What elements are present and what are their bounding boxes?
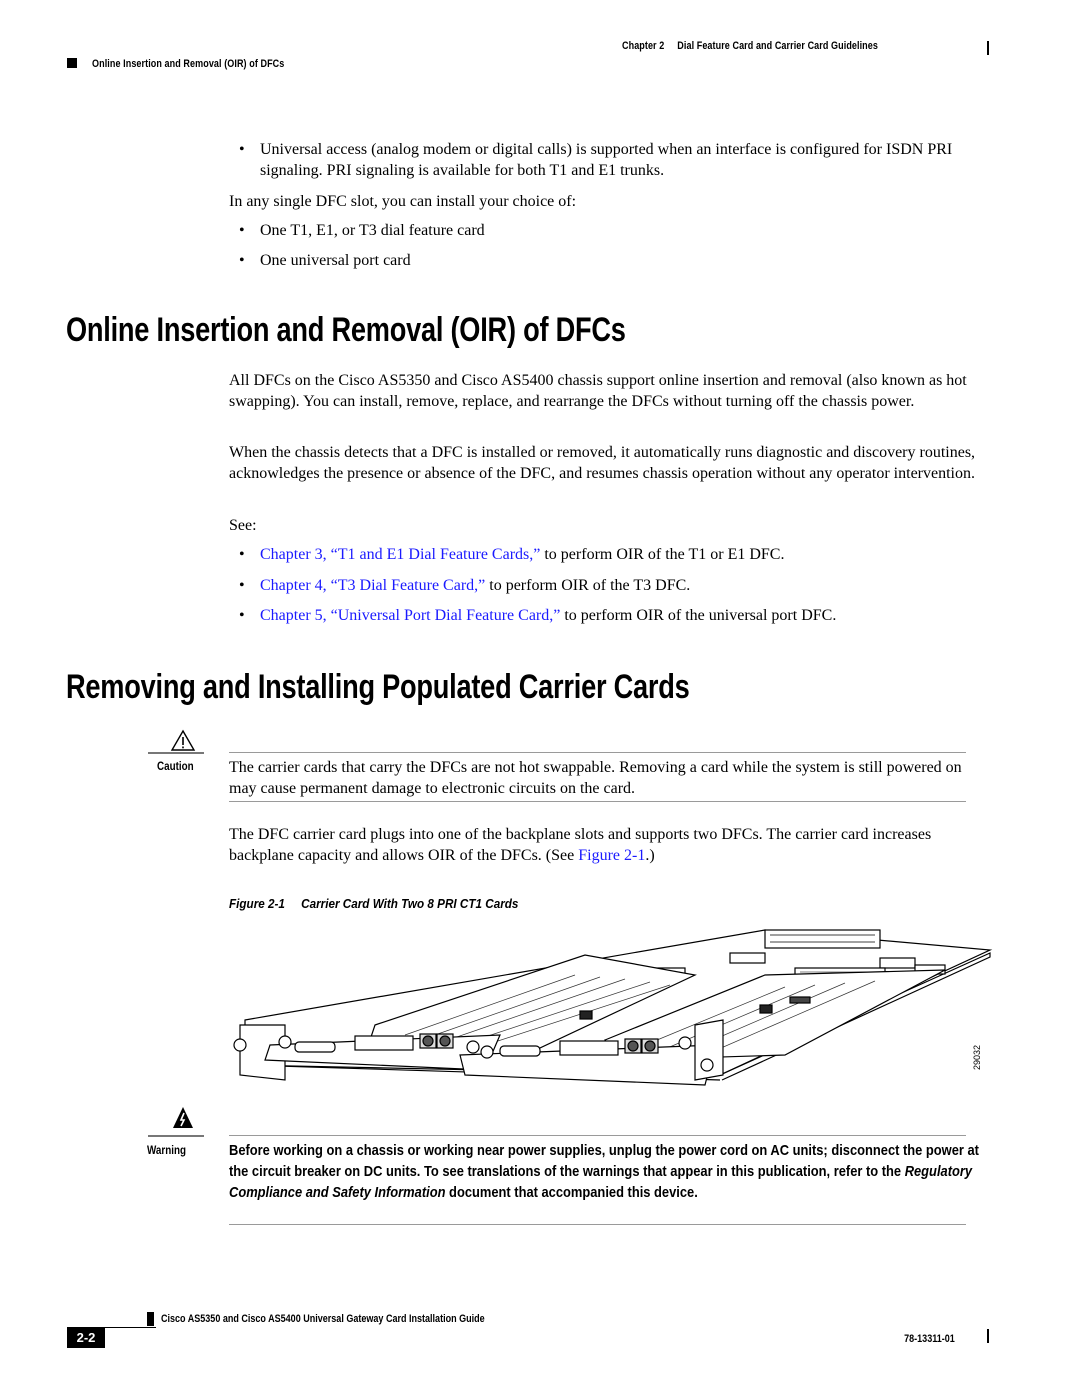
choice-item: One T1, E1, or T3 dial feature card [239,220,1010,241]
figure-number: Figure 2-1 [229,896,285,911]
link-chapter-4[interactable]: Chapter 4, “T3 Dial Feature Card,” [260,577,485,594]
page-number: 2-2 [67,1328,105,1348]
carrier-card-illustration [225,915,995,1100]
heading-oir: Online Insertion and Removal (OIR) of DF… [66,311,626,349]
warning-icon-rule [148,1135,204,1137]
see-item-text: to perform OIR of the universal port DFC… [560,607,837,624]
footer-rule [67,1327,156,1328]
doc-number: 78-13311-01 [904,1333,955,1345]
figure-title: Carrier Card With Two 8 PRI CT1 Cards [301,896,519,911]
warning-top-rule [229,1135,966,1136]
oir-paragraph-1: All DFCs on the Cisco AS5350 and Cisco A… [229,372,967,410]
footer-bar [987,1329,989,1343]
heading-carrier-cards: Removing and Installing Populated Carrie… [66,668,690,706]
choice-item: One universal port card [239,250,1010,271]
caution-text: The carrier cards that carry the DFCs ar… [229,759,962,797]
link-chapter-3[interactable]: Chapter 3, “T1 and E1 Dial Feature Cards… [260,546,540,563]
figure-id: 29032 [972,1044,982,1070]
figure-caption: Figure 2-1 Carrier Card With Two 8 PRI C… [229,896,518,911]
caution-bottom-rule [229,801,966,802]
carrier-paragraph: The DFC carrier card plugs into one of t… [229,824,989,866]
footer-marker [147,1312,154,1326]
caution-top-rule [229,752,966,753]
running-header-section: Online Insertion and Removal (OIR) of DF… [92,58,285,70]
chapter-label: Chapter 2 [622,40,665,52]
warning-text-part2: document that accompanied this device. [445,1184,698,1201]
carrier-paragraph-end: .) [645,847,655,864]
caution-label: Caution [157,759,194,773]
oir-paragraph-2: When the chassis detects that a DFC is i… [229,444,976,482]
chapter-title: Dial Feature Card and Carrier Card Guide… [677,40,878,52]
running-header-chapter: Chapter 2 Dial Feature Card and Carrier … [622,40,878,52]
link-figure-2-1[interactable]: Figure 2-1 [578,847,645,864]
see-item-chapter-4: Chapter 4, “T3 Dial Feature Card,” to pe… [239,575,1010,596]
bullet-universal-access: Universal access (analog modem or digita… [239,139,1010,181]
link-chapter-5[interactable]: Chapter 5, “Universal Port Dial Feature … [260,607,560,624]
see-label: See: [229,517,257,534]
caution-icon-rule [148,752,204,754]
see-item-text: to perform OIR of the T3 DFC. [485,577,691,594]
warning-text-part1: Before working on a chassis or working n… [229,1142,979,1180]
warning-label: Warning [147,1143,187,1157]
choice-intro: In any single DFC slot, you can install … [229,193,577,210]
warning-text: Before working on a chassis or working n… [229,1140,986,1203]
section-marker [67,58,77,68]
caution-icon [170,729,196,753]
warning-icon [172,1106,194,1130]
warning-bottom-rule [229,1224,966,1225]
see-item-chapter-3: Chapter 3, “T1 and E1 Dial Feature Cards… [239,544,1010,565]
header-bar [987,41,989,55]
see-item-text: to perform OIR of the T1 or E1 DFC. [540,546,785,563]
see-item-chapter-5: Chapter 5, “Universal Port Dial Feature … [239,605,1010,626]
footer-guide-title: Cisco AS5350 and Cisco AS5400 Universal … [161,1313,485,1325]
